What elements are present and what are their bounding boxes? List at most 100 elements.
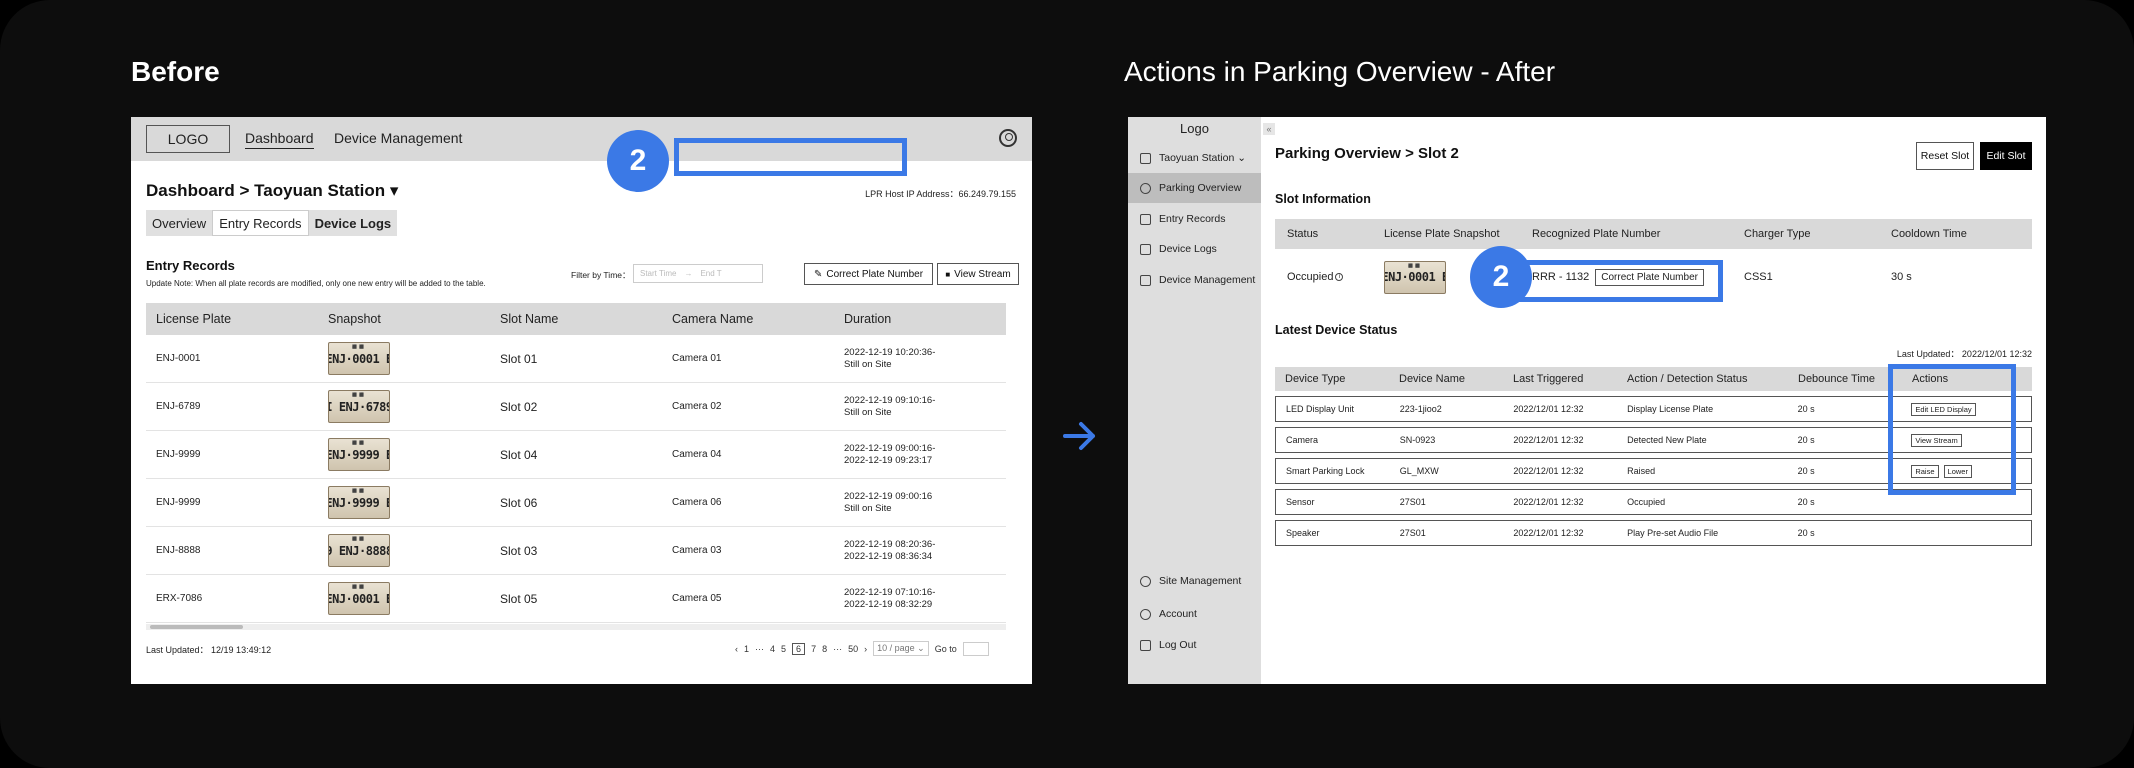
plate-snapshot[interactable]: ENJ·9999 E [328,438,390,471]
table-header: License Plate Snapshot Slot Name Camera … [146,303,1006,335]
slot-name-cell: Slot 05 [500,591,538,606]
last-updated: Last Updated： 2022/12/01 12:32 [1896,349,2032,359]
sidebar-item-site-management[interactable]: Site Management [1128,566,1261,596]
slot-name-cell: Slot 06 [500,495,538,510]
next-page-icon[interactable]: › [864,644,867,654]
sidebar-item-label: Parking Overview [1159,182,1242,194]
tab-device-logs[interactable]: Device Logs [309,210,398,236]
table-row[interactable]: ENJ-6789 I ENJ·6789 Slot 02 Camera 02 2022-1… [146,383,1006,431]
debounce-cell: 20 s [1797,528,1815,538]
prev-page-icon[interactable]: ‹ [735,644,738,654]
status-value: Occupied [1287,271,1334,283]
duration-start: 2022-12-19 09:10:16- [844,394,936,406]
sidebar-item-log-out[interactable]: Log Out [1128,630,1261,660]
header-device-type: Device Type [1285,373,1346,385]
plate-snapshot[interactable]: ENJ·0001 E [328,582,390,615]
table-row[interactable]: ENJ-9999 ENJ·9999 E Slot 04 Camera 04 2022-1… [146,431,1006,479]
duration-start: 2022-12-19 08:20:36- [844,538,936,550]
page-1[interactable]: 1 [744,644,749,654]
view-stream-button[interactable]: ■ View Stream [937,263,1019,285]
plate-snapshot[interactable]: ENJ·0001 E [328,342,390,375]
sidebar-item-entry-records[interactable]: Entry Records [1128,204,1261,234]
user-icon[interactable] [999,129,1017,147]
building-icon [1140,152,1151,164]
plate-snapshot[interactable]: ENJ·9999 E [328,486,390,519]
device-type-cell: Sensor [1286,497,1315,507]
page-7[interactable]: 7 [811,644,816,654]
page-title[interactable]: Dashboard > Taoyuan Station ▾ [146,181,398,201]
collapse-sidebar-icon[interactable]: « [1263,123,1275,135]
header-license-plate: License Plate [156,312,232,326]
info-icon[interactable]: i [1335,273,1344,282]
duration-start: 2022-12-19 10:20:36- [844,346,936,358]
edit-slot-button[interactable]: Edit Slot [1980,142,2032,170]
device-name-cell: GL_MXW [1399,466,1439,476]
sidebar-item-account[interactable]: Account [1128,599,1261,629]
plate-snapshot[interactable]: 9 ENJ·8888 [328,534,390,567]
page-size-select[interactable]: 10 / page ⌄ [873,641,929,656]
plate-snapshot[interactable]: ENJ·0001 E [1384,260,1446,294]
snapshot-cell: ENJ·0001 E [318,342,490,375]
device-name-cell: SN-0923 [1399,435,1436,445]
tab-entry-records[interactable]: Entry Records [212,210,309,236]
entry-records-heading: Entry Records [146,258,235,273]
pencil-icon: ✎ [813,268,823,280]
duration-start: 2022-12-19 09:00:16- [844,442,936,454]
page-8[interactable]: 8 [822,644,827,654]
step-badge-after: 2 [1470,246,1532,308]
duration-end: Still on Site [844,502,892,514]
slot-information-heading: Slot Information [1275,192,1371,206]
correct-plate-label: Correct Plate Number [826,268,924,280]
page-4[interactable]: 4 [770,644,775,654]
camera-name-cell: Camera 04 [672,449,722,460]
station-selector[interactable]: Taoyuan Station ⌄ [1128,143,1261,173]
duration-cell: 2022-12-19 09:10:16- Still on Site [834,395,1006,419]
logo: LOGO [146,125,230,153]
nav-dashboard[interactable]: Dashboard [245,130,314,149]
debounce-cell: 20 s [1797,435,1815,445]
slot-name-cell: Slot 03 [500,543,538,558]
page-ellipsis[interactable]: ··· [833,644,842,654]
highlight-box-before [674,138,907,176]
logout-icon [1140,639,1151,651]
sidebar-item-label: Device Logs [1159,243,1217,255]
start-time-placeholder: Start Time [640,269,677,278]
camera-name-cell: Camera 05 [672,593,722,604]
page-ellipsis[interactable]: ··· [755,644,764,654]
page-5[interactable]: 5 [781,644,786,654]
duration-cell: 2022-12-19 09:00:16- 2022-12-19 09:23:17 [834,443,1006,467]
correct-plate-button[interactable]: ✎ Correct Plate Number [804,263,933,285]
horizontal-scrollbar[interactable] [146,624,1006,630]
sidebar-item-parking-overview[interactable]: Parking Overview [1128,173,1261,203]
device-type-cell: Smart Parking Lock [1286,466,1365,476]
duration-cell: 2022-12-19 07:10:16- 2022-12-19 08:32:29 [834,587,1006,611]
parking-icon [1140,182,1151,194]
table-row[interactable]: ERX-7086 ENJ·0001 E Slot 05 Camera 05 2022-1… [146,575,1006,623]
entry-records-table: License Plate Snapshot Slot Name Camera … [146,303,1006,633]
sidebar-item-device-logs[interactable]: Device Logs [1128,234,1261,264]
reset-slot-button[interactable]: Reset Slot [1916,142,1974,170]
header-camera-name: Camera Name [672,312,754,326]
last-updated: Last Updated： 12/19 13:49:12 [146,645,272,655]
duration-end: 2022-12-19 09:23:17 [844,454,933,466]
license-plate-cell: ENJ-8888 [156,545,201,556]
plate-snapshot[interactable]: I ENJ·6789 [328,390,390,423]
page-50[interactable]: 50 [848,644,858,654]
goto-input[interactable] [962,641,989,656]
logo: Logo [1180,121,1209,136]
duration-end: Still on Site [844,406,892,418]
tab-overview[interactable]: Overview [146,210,212,236]
nav-device-management[interactable]: Device Management [334,130,462,146]
presentation-frame: Before LOGO Dashboard Device Management … [0,0,2134,768]
table-row[interactable]: ENJ-8888 9 ENJ·8888 Slot 03 Camera 03 2022-1… [146,527,1006,575]
step-badge-before: 2 [607,130,669,192]
sidebar-item-label: Entry Records [1159,213,1226,225]
table-row[interactable]: ENJ-9999 ENJ·9999 E Slot 06 Camera 06 2022-1… [146,479,1006,527]
license-plate-cell: ENJ-9999 [156,497,201,508]
table-row[interactable]: ENJ-0001 ENJ·0001 E Slot 01 Camera 01 2022-1… [146,335,1006,383]
scrollbar-thumb[interactable] [150,625,243,629]
page-6-current[interactable]: 6 [792,642,806,655]
license-plate-cell: ENJ-0001 [156,353,201,364]
sidebar-item-device-management[interactable]: Device Management [1128,265,1261,295]
time-range-picker[interactable]: Start Time → End T [633,264,763,283]
